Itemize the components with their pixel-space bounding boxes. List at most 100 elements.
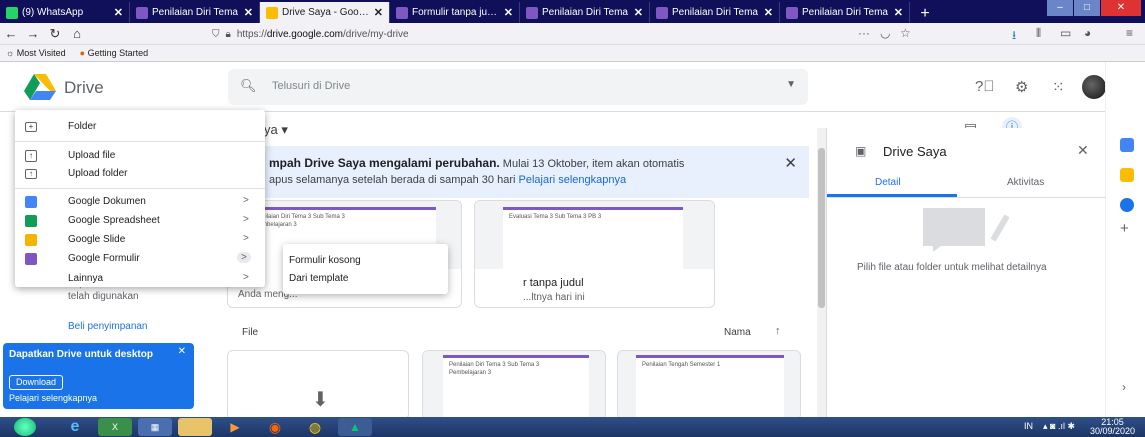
maximize-button[interactable]: □ xyxy=(1074,0,1100,16)
search-box[interactable]: 🔍︎ Telusuri di Drive ▼ xyxy=(228,69,808,105)
browser-tab[interactable]: Penilaian Diri Tema ✕ xyxy=(650,2,780,23)
file-upload-icon: ↑ xyxy=(25,150,37,162)
tab-title: Penilaian Diri Tema xyxy=(152,7,238,18)
menu-item-google-slides[interactable]: Google Slide > xyxy=(15,230,265,250)
apps-grid-icon[interactable]: ⁙ xyxy=(1052,78,1065,96)
menu-item-google-sheets[interactable]: Google Spreadsheet > xyxy=(15,211,265,231)
menu-item-upload-file[interactable]: ↑ Upload file xyxy=(15,146,265,166)
close-tab-icon[interactable]: ✕ xyxy=(634,6,643,19)
learn-more-link[interactable]: Pelajari selengkapnya xyxy=(9,393,97,403)
language-indicator[interactable]: IN xyxy=(1024,421,1033,432)
close-icon[interactable]: ✕ xyxy=(178,346,186,357)
media-player-icon[interactable]: ▶ xyxy=(218,418,252,436)
menu-icon[interactable]: ≡ xyxy=(1126,26,1133,40)
account-icon[interactable]: ◕ xyxy=(1084,26,1091,40)
download-button[interactable]: Download xyxy=(9,375,64,390)
sort-arrow-icon[interactable]: ↑ xyxy=(775,325,781,337)
bookmark-most-visited[interactable]: ☼ Most Visited xyxy=(6,48,66,58)
close-tab-icon[interactable]: ✕ xyxy=(894,6,903,19)
content-scrollbar[interactable] xyxy=(817,128,826,417)
menu-item-upload-folder[interactable]: ↑ Upload folder xyxy=(15,164,265,184)
url-text: https://drive.google.com/drive/my-drive xyxy=(236,28,409,40)
browser-tab[interactable]: Drive Saya - Google ✕ xyxy=(260,2,390,23)
close-tab-icon[interactable]: ✕ xyxy=(244,6,253,19)
menu-item-folder[interactable]: + Folder xyxy=(15,117,265,137)
tab-detail[interactable]: Detail xyxy=(875,177,901,188)
forward-icon[interactable]: → xyxy=(22,26,44,41)
drive-logo-icon[interactable] xyxy=(24,74,56,100)
menu-item-more[interactable]: Lainnya > xyxy=(15,269,265,289)
bookmarks-bar: ☼ Most Visited ● Getting Started xyxy=(0,45,1145,62)
close-tab-icon[interactable]: ✕ xyxy=(114,6,123,19)
breadcrumb[interactable]: ya ▾ xyxy=(264,122,288,138)
download-icon[interactable]: ⭳ xyxy=(1012,26,1016,47)
learn-more-link[interactable]: Pelajari selengkapnya xyxy=(519,174,627,186)
search-input[interactable]: Telusuri di Drive xyxy=(272,80,350,92)
pocket-icon[interactable]: ◡ xyxy=(880,26,890,40)
shield-icon: ⛉ xyxy=(212,28,220,40)
scrollbar-thumb[interactable] xyxy=(818,148,825,308)
avatar[interactable] xyxy=(1082,75,1106,99)
tasks-icon[interactable] xyxy=(1120,198,1134,212)
reload-icon[interactable]: ↻ xyxy=(44,26,66,42)
calendar-icon[interactable] xyxy=(1120,138,1134,152)
sidebar-toggle-icon[interactable]: ▭ xyxy=(1060,26,1071,40)
new-tab-button[interactable]: + xyxy=(910,5,940,23)
search-options-icon[interactable]: ▼ xyxy=(786,79,796,90)
file-card[interactable]: ⬇ xyxy=(227,350,409,420)
menu-item-google-forms[interactable]: Google Formulir > xyxy=(15,249,265,269)
submenu-item-from-template[interactable]: Dari template xyxy=(289,273,348,284)
clock[interactable]: 21:05 30/09/2020 xyxy=(1090,418,1135,436)
browser-nav-bar: ← → ↻ ⌂ ⛉ 🔒︎ https://drive.google.com/dr… xyxy=(0,23,1145,45)
back-icon[interactable]: ← xyxy=(0,26,22,41)
details-title: Drive Saya xyxy=(883,144,947,159)
home-icon[interactable]: ⌂ xyxy=(66,26,88,41)
firefox-icon[interactable]: ◉ xyxy=(258,418,292,436)
close-window-button[interactable]: ✕ xyxy=(1101,0,1141,16)
drive-taskbar-icon[interactable]: ▲ xyxy=(338,418,372,436)
network-icon[interactable]: ▴ ◙ .ıl ✱ xyxy=(1043,421,1075,432)
buy-storage-link[interactable]: Beli penyimpanan xyxy=(68,321,148,332)
bookmark-star-icon[interactable]: ☆ xyxy=(900,26,911,40)
close-icon[interactable]: ✕ xyxy=(1077,142,1089,159)
file-card[interactable]: Penilaian Diri Tema 3 Sub Tema 3 Pembela… xyxy=(422,350,606,420)
browser-tab[interactable]: Penilaian Diri Tema ✕ xyxy=(520,2,650,23)
browser-tab[interactable]: Penilaian Diri Tema ✕ xyxy=(780,2,910,23)
divider xyxy=(827,197,1106,198)
suggested-card[interactable]: Evaluasi Tema 3 Sub Tema 3 PB 3 r tanpa … xyxy=(474,200,715,308)
tab-activity[interactable]: Aktivitas xyxy=(1007,177,1044,188)
submenu-item-blank-form[interactable]: Formulir kosong xyxy=(289,255,361,266)
sort-name-button[interactable]: Nama xyxy=(724,327,751,338)
expand-panel-icon[interactable]: › xyxy=(1122,380,1126,394)
browser-tab[interactable]: Penilaian Diri Tema ✕ xyxy=(130,2,260,23)
folder-plus-icon: + xyxy=(25,122,37,132)
search-icon[interactable]: 🔍︎ xyxy=(240,78,257,94)
url-bar[interactable]: ⛉ 🔒︎ https://drive.google.com/drive/my-d… xyxy=(212,25,902,43)
chrome-icon[interactable]: ◍ xyxy=(298,418,332,436)
close-tab-icon[interactable]: ✕ xyxy=(504,6,513,19)
bookmark-getting-started[interactable]: ● Getting Started xyxy=(80,48,149,58)
add-addon-icon[interactable]: + xyxy=(1120,220,1129,237)
file-card[interactable]: Penilaian Tengah Semester 1 xyxy=(617,350,801,420)
keep-icon[interactable] xyxy=(1120,168,1134,182)
minimize-button[interactable]: – xyxy=(1047,0,1073,16)
close-tab-icon[interactable]: ✕ xyxy=(764,6,773,19)
tab-favicon-icon xyxy=(526,6,538,19)
menu-item-google-docs[interactable]: Google Dokumen > xyxy=(15,192,265,212)
file-thumbnail: Penilaian Tengah Semester 1 xyxy=(618,351,800,419)
library-icon[interactable]: ⫴ xyxy=(1036,26,1041,41)
excel-icon[interactable]: X xyxy=(98,418,132,436)
settings-icon[interactable]: ⚙ xyxy=(1015,78,1028,96)
internet-explorer-icon[interactable]: e xyxy=(58,418,92,436)
start-button-icon[interactable] xyxy=(14,418,36,436)
page-actions-icon[interactable]: ··· xyxy=(858,26,870,40)
task-manager-icon[interactable]: ▦ xyxy=(138,418,172,436)
browser-tab[interactable]: Formulir tanpa judul ✕ xyxy=(390,2,520,23)
app-name[interactable]: Drive xyxy=(64,78,104,98)
file-explorer-icon[interactable] xyxy=(178,418,212,436)
browser-tab[interactable]: (9) WhatsApp ✕ xyxy=(0,2,130,23)
folder-upload-icon: ↑ xyxy=(25,169,37,179)
help-icon[interactable]: ?⃝ xyxy=(975,78,995,95)
close-icon[interactable]: ✕ xyxy=(784,154,797,172)
close-tab-icon[interactable]: ✕ xyxy=(374,6,383,19)
